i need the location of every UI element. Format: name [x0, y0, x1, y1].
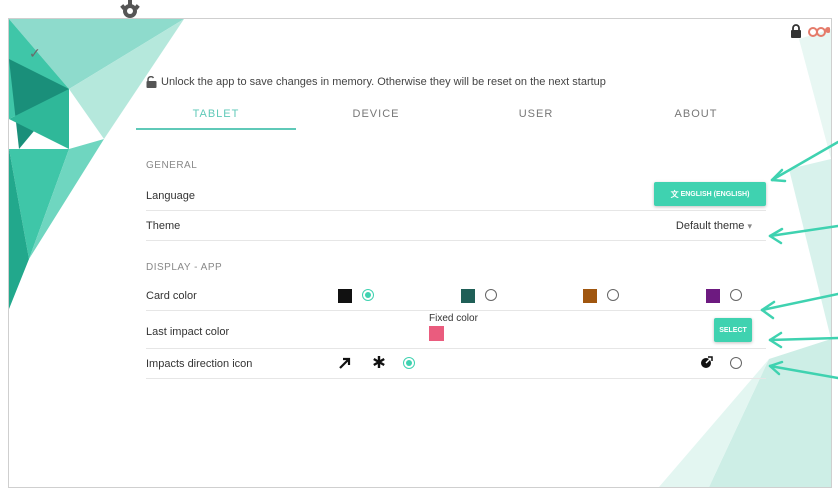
tab-tablet[interactable]: TABLET — [136, 100, 296, 132]
settings-tabs: TABLET DEVICE USER ABOUT — [136, 100, 776, 132]
theme-value: Default theme — [675, 220, 745, 232]
card-color-label: Card color — [146, 290, 197, 302]
last-impact-color-row: Last impact color Fixed color SELECT — [146, 313, 766, 349]
card-color-swatch-brown — [583, 289, 597, 303]
unlock-icon — [146, 76, 157, 88]
card-color-row: Card color — [146, 282, 766, 311]
tab-about[interactable]: ABOUT — [616, 100, 776, 132]
language-button-label: ENGLISH (ENGLISH) — [680, 190, 750, 198]
card-color-radio-black[interactable] — [362, 289, 374, 301]
last-impact-color-label: Last impact color — [146, 326, 230, 338]
fixed-color-label: Fixed color — [429, 313, 478, 324]
impacts-direction-label: Impacts direction icon — [146, 358, 253, 370]
impact-icon-radio-2[interactable] — [730, 357, 742, 369]
decorative-background — [9, 19, 831, 487]
tab-user[interactable]: USER — [456, 100, 616, 132]
select-color-button[interactable]: SELECT — [714, 318, 752, 342]
fixed-color-swatch[interactable] — [429, 326, 444, 341]
translate-icon: 文 — [670, 189, 679, 199]
theme-row: Theme Default theme ▾ — [146, 212, 766, 241]
card-color-swatch-black — [338, 289, 352, 303]
confirm-check-icon[interactable]: ✓ — [29, 45, 41, 62]
display-section-title: DISPLAY - APP — [146, 262, 223, 273]
general-section-title: GENERAL — [146, 160, 198, 171]
lock-icon[interactable] — [790, 24, 802, 38]
language-row: Language 文 ENGLISH (ENGLISH) — [146, 182, 766, 211]
theme-select[interactable]: Default theme ▾ — [676, 220, 752, 232]
language-button[interactable]: 文 ENGLISH (ENGLISH) — [654, 182, 766, 206]
tab-device[interactable]: DEVICE — [296, 100, 456, 132]
settings-gear-icon[interactable] — [118, 0, 142, 18]
card-color-swatch-purple — [706, 289, 720, 303]
impacts-direction-row: Impacts direction icon — [146, 350, 766, 379]
impacts-bubbles-icon[interactable] — [808, 24, 830, 38]
round-arrow-icon — [701, 356, 713, 368]
asterisk-icon — [373, 356, 385, 368]
card-color-radio-teal[interactable] — [485, 289, 497, 301]
app-window: ✓ — [8, 18, 832, 488]
unlock-notice-text: Unlock the app to save changes in memory… — [161, 76, 606, 88]
language-label: Language — [146, 190, 195, 202]
arrow-icon — [339, 357, 351, 369]
theme-label: Theme — [146, 220, 181, 232]
chevron-down-icon: ▾ — [747, 221, 752, 231]
card-color-radio-brown[interactable] — [607, 289, 619, 301]
impact-icon-radio-1[interactable] — [403, 357, 415, 369]
top-right-icons — [790, 24, 830, 38]
card-color-radio-purple[interactable] — [730, 289, 742, 301]
card-color-swatch-teal — [461, 289, 475, 303]
unlock-notice: Unlock the app to save changes in memory… — [146, 76, 606, 88]
